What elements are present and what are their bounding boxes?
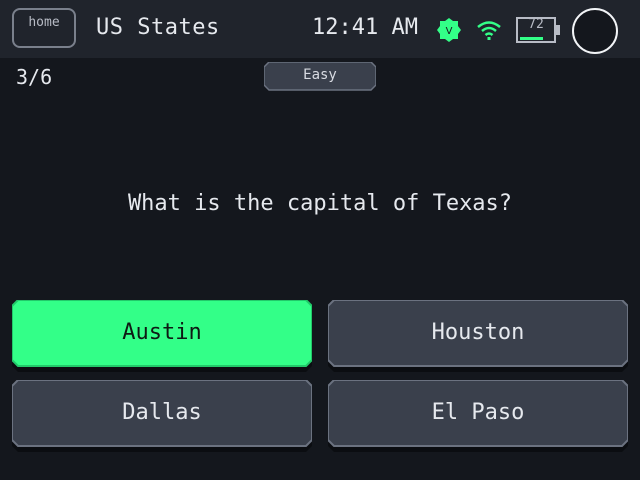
answer-label: El Paso (431, 400, 525, 425)
battery-level: 72 (528, 17, 544, 32)
app-title: US States (96, 15, 220, 40)
answer-label: Austin (122, 320, 202, 345)
difficulty-label: Easy (303, 67, 337, 83)
home-button[interactable]: home (12, 8, 76, 48)
wifi-icon (477, 21, 501, 40)
answer-label: Dallas (122, 400, 202, 425)
answer-button[interactable]: Dallas (12, 380, 312, 452)
question-progress: 3/6 (16, 65, 53, 89)
power-button[interactable] (572, 8, 618, 54)
question-text: What is the capital of Texas? (127, 191, 513, 216)
vpn-badge-label: V (446, 26, 453, 37)
answer-button[interactable]: El Paso (328, 380, 628, 452)
vpn-icon: V (437, 18, 461, 42)
answer-button[interactable]: Houston (328, 300, 628, 372)
answer-label: Houston (431, 320, 525, 345)
home-button-label: home (28, 15, 60, 30)
status-bar: home US States 12:41 AM V 72 (0, 0, 640, 58)
difficulty-badge: Easy (264, 62, 376, 92)
answer-button[interactable]: Austin (12, 300, 312, 372)
quiz-screen: home US States 12:41 AM V 72 3/6 Easy Wh… (0, 0, 640, 480)
clock: 12:41 AM (312, 15, 418, 40)
